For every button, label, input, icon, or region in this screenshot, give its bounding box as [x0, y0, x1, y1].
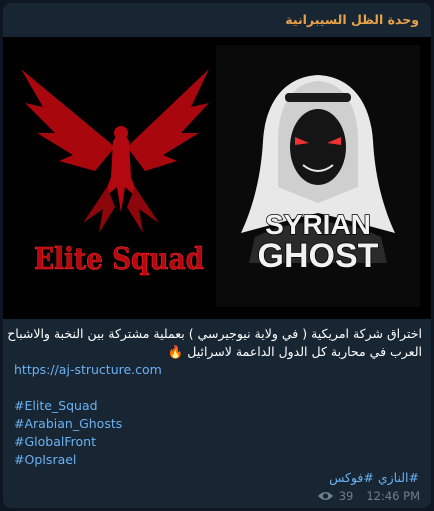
message-link[interactable]: https://aj-structure.com [14, 361, 422, 379]
message-text: اختراق شركة امريكية ( في ولاية نيوجيرسي … [7, 325, 422, 469]
eye-icon [317, 492, 333, 500]
arabic-hashtags[interactable]: #النازي #فوكس [329, 470, 419, 485]
message-meta: 39 12:46 PM [317, 489, 420, 503]
elite-squad-logo-text: Elite Squad [34, 242, 204, 277]
message-photo[interactable]: Elite Squad SYRIAN GHOST [3, 37, 431, 319]
message-line-1: اختراق شركة امريكية ( في ولاية نيوجيرسي … [7, 326, 422, 341]
view-count: 39 [338, 489, 354, 503]
message-line-2: العرب في محاربة كل الدول الداعمة لاسرائي… [167, 344, 422, 359]
syrian-ghost-line1: SYRIAN [265, 209, 371, 240]
syrian-ghost-line2: GHOST [258, 237, 379, 275]
message-bubble: وحدة الظل السيبرانية Elite Squad SYRIAN … [3, 3, 431, 508]
hashtag-link[interactable]: #Elite_Squad [14, 397, 422, 415]
syrian-ghost-logo: SYRIAN GHOST [216, 45, 420, 307]
hashtag-link[interactable]: #Arabian_Ghosts [14, 415, 422, 433]
hashtag-link[interactable]: #OpIsrael [14, 451, 422, 469]
message-time: 12:46 PM [366, 489, 420, 503]
hashtag-link[interactable]: #GlobalFront [14, 433, 422, 451]
channel-name[interactable]: وحدة الظل السيبرانية [285, 12, 419, 27]
